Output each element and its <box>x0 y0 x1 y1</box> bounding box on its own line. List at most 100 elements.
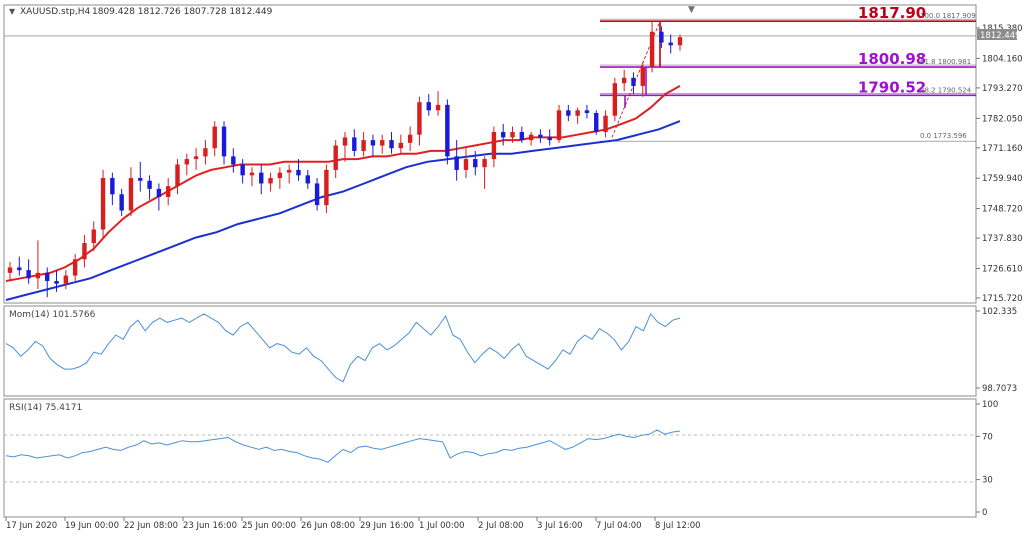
osc-tick-label: 70 <box>982 432 993 442</box>
candle-body <box>91 229 96 244</box>
osc-tick-label: 0 <box>982 508 987 518</box>
fib-level-sub: 0.0 1773.596 <box>920 132 967 140</box>
candle-body <box>110 178 115 195</box>
candle-body <box>398 142 404 149</box>
candle-body <box>445 104 450 157</box>
osc-tick-label: 98.7073 <box>982 384 1017 394</box>
candle-body <box>631 77 636 86</box>
candle-body <box>556 110 562 141</box>
candle-body <box>575 110 580 116</box>
candle-body <box>547 137 552 141</box>
candle-body <box>510 131 515 138</box>
candle-body <box>17 267 22 271</box>
candle-body <box>231 156 236 165</box>
time-tick-label: 19 Jun 00:00 <box>65 521 119 531</box>
time-tick-label: 7 Jul 04:00 <box>596 521 642 531</box>
osc-tick-label: 100 <box>982 400 998 410</box>
candle-body <box>259 172 264 184</box>
candle-body <box>268 178 273 184</box>
candle-body <box>212 126 217 149</box>
candle-body <box>668 42 673 46</box>
price-tick-label: 1737.830 <box>982 234 1023 244</box>
time-tick-label: 1 Jul 00:00 <box>419 521 465 531</box>
time-tick-label: 22 Jun 08:00 <box>124 521 178 531</box>
candle-body <box>621 77 627 84</box>
price-tick-label: 1782.050 <box>982 114 1023 124</box>
candle-body <box>659 31 664 43</box>
candle-body <box>454 156 459 170</box>
candle-body <box>26 270 31 279</box>
fib-level-price: 1790.52 <box>858 78 926 96</box>
candle-body <box>324 169 329 206</box>
candle-body <box>500 131 506 138</box>
candle-body <box>352 137 357 151</box>
candle-body <box>584 110 590 114</box>
candle-body <box>193 156 199 160</box>
candle-body <box>82 243 87 260</box>
time-tick-label: 8 Jul 12:00 <box>655 521 701 531</box>
candle-body <box>677 37 683 46</box>
chart-shift-icon[interactable]: ▼ <box>688 5 695 15</box>
candle-body <box>277 172 283 179</box>
ohlc-label: 1809.428 1812.726 1807.728 1812.449 <box>92 7 273 17</box>
candle-body <box>417 102 422 135</box>
price-tick-label: 1748.720 <box>982 205 1023 215</box>
candle-body <box>538 134 543 138</box>
candle-body <box>342 137 348 146</box>
candle-body <box>296 169 301 176</box>
candle-body <box>426 102 431 111</box>
time-tick-label: 26 Jun 08:00 <box>301 521 355 531</box>
candle-body <box>184 159 190 165</box>
time-tick-label: 23 Jun 16:00 <box>183 521 237 531</box>
fib-level-price: 1800.98 <box>858 50 926 68</box>
candle-body <box>240 164 245 176</box>
price-tick-label: 1804.160 <box>982 54 1023 64</box>
candle-body <box>138 178 143 181</box>
chart-window: ▼ XAUUSD.stp,H4 1809.428 1812.726 1807.7… <box>0 0 1024 540</box>
candle-body <box>407 134 413 143</box>
candle-body <box>314 183 320 206</box>
candle-body <box>473 159 478 168</box>
candle-body <box>305 175 310 184</box>
symbol-arrow-icon[interactable]: ▼ <box>9 7 16 16</box>
candle-body <box>54 280 59 284</box>
candle-body <box>640 66 645 86</box>
time-tick-label: 3 Jul 16:00 <box>537 521 583 531</box>
momentum-pane[interactable] <box>3 305 977 397</box>
candle-body <box>147 180 152 189</box>
candle-body <box>128 178 134 211</box>
candle-body <box>7 267 13 273</box>
candle-body <box>380 140 385 146</box>
momentum-label: Mom(14) 101.5766 <box>9 310 96 320</box>
candle-body <box>72 259 78 276</box>
candle-body <box>649 31 655 67</box>
chart-canvas[interactable]: ▼ XAUUSD.stp,H4 1809.428 1812.726 1807.7… <box>0 0 1024 540</box>
candle-body <box>482 159 487 168</box>
candle-body <box>370 140 376 146</box>
candle-body <box>119 194 124 211</box>
price-tick-label: 1771.160 <box>982 144 1023 154</box>
candle-body <box>156 188 162 198</box>
time-tick-label: 29 Jun 16:00 <box>360 521 414 531</box>
symbol-label: XAUUSD.stp,H4 <box>20 7 91 17</box>
candle-body <box>389 140 394 149</box>
candle-body <box>519 131 525 141</box>
candle-body <box>566 110 571 116</box>
candle-body <box>45 272 50 281</box>
price-tick-label: 1726.610 <box>982 264 1023 274</box>
candle-body <box>63 275 69 284</box>
candle-body <box>35 272 41 279</box>
candle-body <box>249 172 255 176</box>
candle-body <box>603 115 608 132</box>
candle-body <box>491 131 497 160</box>
time-tick-label: 25 Jun 00:00 <box>242 521 296 531</box>
osc-tick-label: 102.335 <box>982 307 1017 317</box>
candle-body <box>100 178 106 230</box>
time-tick-label: 17 Jun 2020 <box>6 521 57 531</box>
rsi-pane[interactable] <box>3 398 977 518</box>
candle-body <box>361 140 366 151</box>
candle-body <box>221 126 227 157</box>
candle-body <box>594 113 599 132</box>
candle-body <box>175 164 180 187</box>
price-tick-label: 1793.270 <box>982 84 1023 94</box>
